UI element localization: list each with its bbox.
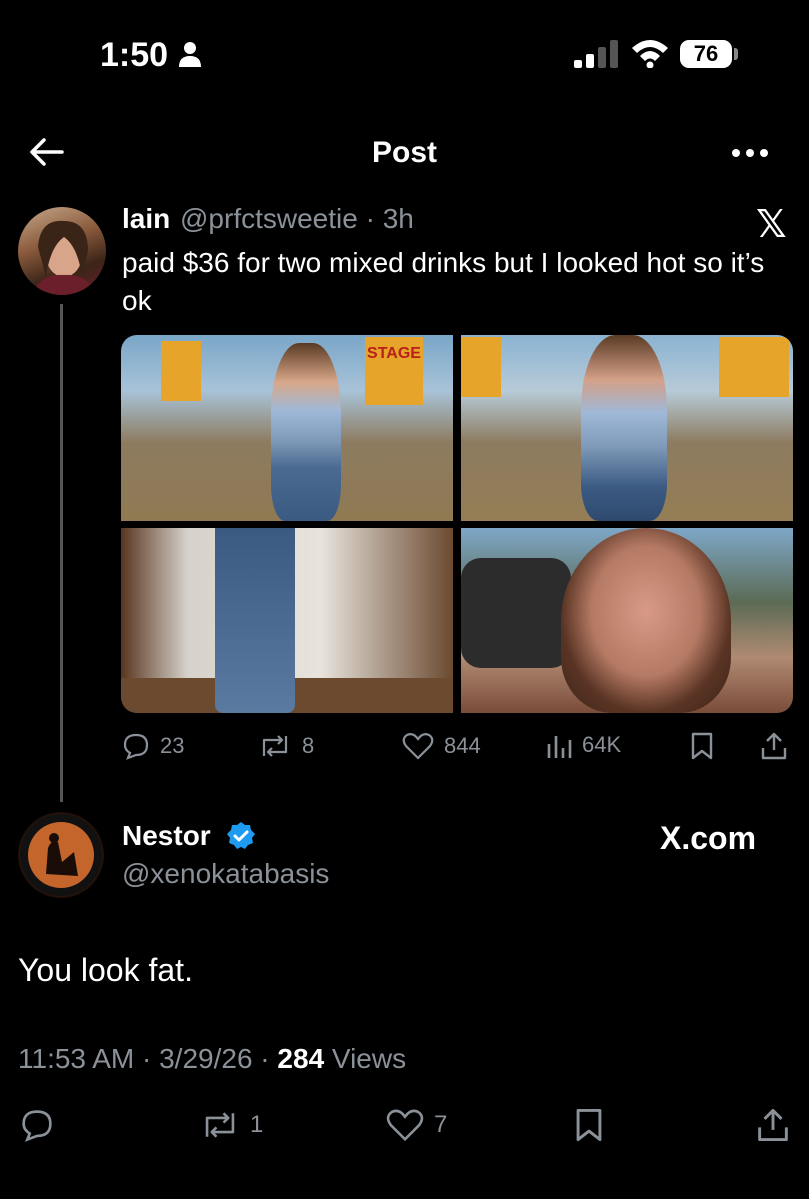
photo-mirror-jeans[interactable] (121, 528, 453, 713)
views-count: 64K (582, 732, 622, 757)
page-title: Post (371, 136, 437, 169)
timestamp: 11:53 AM · 3/29/26 · (18, 1043, 278, 1074)
stage-banner (161, 341, 201, 401)
repost-count: 1 (250, 1111, 264, 1138)
bookmark-action[interactable] (574, 1108, 604, 1142)
reply-icon (22, 1110, 52, 1142)
share-action[interactable] (756, 1108, 790, 1142)
views-chart-icon (547, 736, 572, 758)
quoted-author-handle[interactable]: @prfctsweetie · 3h (180, 203, 414, 235)
bookmark-icon (576, 1108, 602, 1142)
views-label: Views (324, 1043, 407, 1074)
photo-selfie[interactable] (461, 528, 793, 713)
verified-badge-icon (227, 822, 255, 849)
photo-festival-side[interactable] (461, 335, 793, 521)
reply-count: 23 (160, 733, 185, 758)
avatar[interactable] (18, 812, 104, 898)
bookmark-icon (691, 732, 713, 760)
heart-icon (386, 1109, 424, 1142)
x-com-source: X.com (660, 820, 757, 856)
reply-action[interactable] (20, 1108, 54, 1142)
reply-action[interactable]: 23 (122, 732, 184, 760)
like-count: 7 (434, 1111, 448, 1138)
avatar[interactable] (18, 207, 106, 295)
x-logo-icon: 𝕏 (756, 204, 787, 246)
wifi-icon (632, 40, 668, 68)
post-metadata: 11:53 AM · 3/29/26 · 284 Views (18, 1043, 406, 1075)
thread-line (60, 304, 63, 802)
share-icon (758, 1108, 788, 1142)
like-action[interactable]: 7 (386, 1108, 447, 1142)
repost-count: 8 (302, 733, 315, 758)
repost-action[interactable]: 8 (258, 732, 314, 760)
person-icon (179, 42, 201, 67)
share-action[interactable] (760, 732, 788, 760)
battery-tip (734, 48, 738, 60)
reply-author-handle[interactable]: @xenokatabasis (122, 858, 329, 890)
like-count: 844 (444, 733, 481, 758)
quoted-post-text: paid $36 for two mixed drinks but I look… (122, 247, 765, 316)
bookmark-action[interactable] (690, 732, 714, 760)
heart-icon (402, 733, 434, 760)
media-grid[interactable]: STAGE (121, 335, 793, 713)
reply-icon (123, 733, 149, 760)
reply-post-text: You look fat. (18, 952, 193, 988)
share-icon (761, 732, 787, 760)
like-action[interactable]: 844 (402, 732, 481, 760)
repost-icon (205, 1112, 235, 1138)
repost-action[interactable]: 1 (200, 1108, 263, 1142)
battery-indicator: 76 (680, 40, 732, 68)
reply-author-name[interactable]: Nestor (122, 820, 211, 852)
cellular-signal-icon (574, 40, 618, 68)
stage-banner: STAGE (365, 337, 423, 405)
status-time: 1:50 (100, 36, 169, 74)
repost-icon (262, 735, 288, 757)
views-count: 284 (277, 1043, 325, 1074)
stage-banner (461, 337, 501, 397)
photo-festival-front[interactable]: STAGE (121, 335, 453, 521)
views-action[interactable]: 64K (546, 732, 621, 758)
quoted-author-name[interactable]: lain (122, 203, 170, 235)
stage-banner (719, 337, 789, 397)
more-options-icon[interactable] (730, 138, 770, 168)
